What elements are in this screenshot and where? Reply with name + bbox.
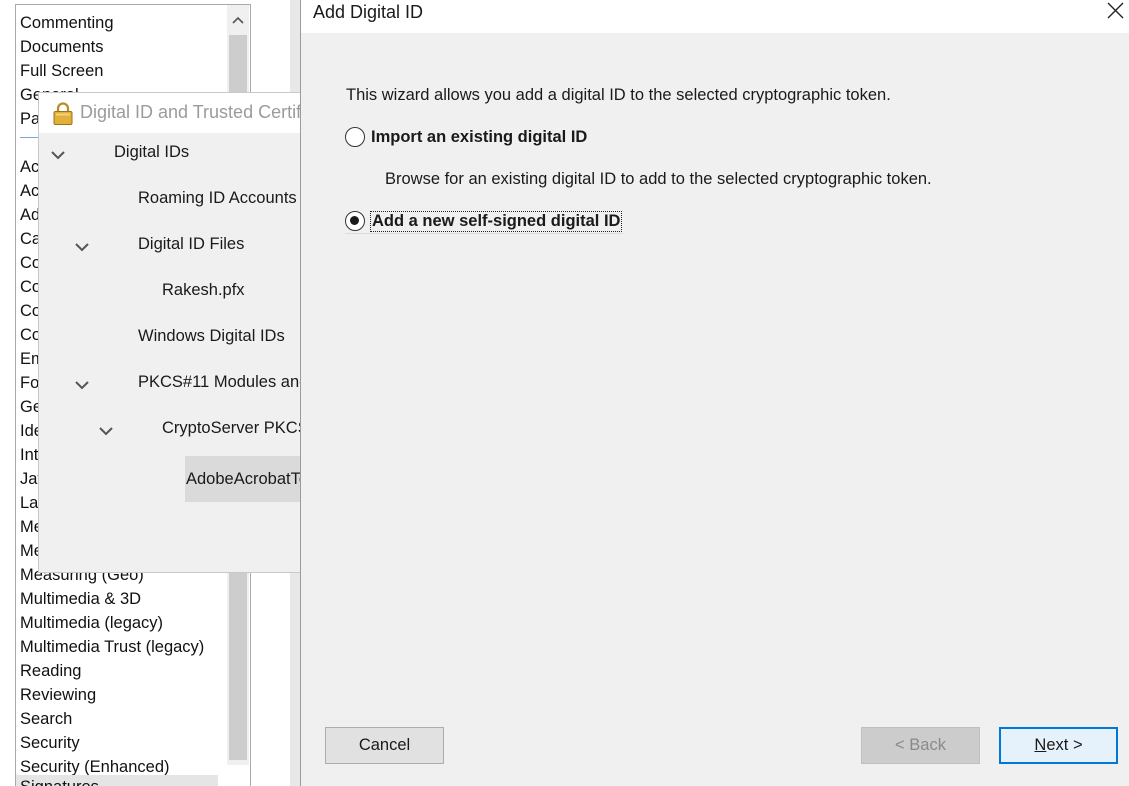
category-item[interactable]: Security <box>20 731 80 755</box>
category-item[interactable]: Commenting <box>20 11 114 35</box>
category-item[interactable]: Reading <box>20 659 81 683</box>
back-button[interactable]: < Back <box>861 727 980 764</box>
tree-item-roaming-id-accounts[interactable]: Roaming ID Accounts <box>138 186 297 210</box>
radio-label[interactable]: Import an existing digital ID <box>370 128 588 147</box>
category-item[interactable]: Search <box>20 707 72 731</box>
dialog-title: Add Digital ID <box>313 2 424 22</box>
next-button[interactable]: Next > <box>999 727 1118 764</box>
category-item[interactable]: Multimedia & 3D <box>20 587 141 611</box>
close-icon[interactable] <box>1102 0 1128 24</box>
digital-id-trusted-certificates-window: Digital ID and Trusted Certifi Digital I… <box>38 92 300 573</box>
category-item-selected[interactable]: Signatures <box>16 775 218 786</box>
radio-import-existing-id[interactable]: Import an existing digital ID <box>345 125 588 149</box>
next-button-label: ext > <box>1046 736 1083 754</box>
category-item[interactable]: Ac <box>20 179 39 203</box>
lock-icon <box>53 102 73 125</box>
tree-item-digital-id-files[interactable]: Digital ID Files <box>138 232 244 256</box>
chevron-down-icon[interactable] <box>74 241 90 253</box>
tree-item-cryptoserver-pkcs[interactable]: CryptoServer PKCS <box>162 416 300 440</box>
chevron-down-icon[interactable] <box>74 379 90 391</box>
cert-window-titlebar: Digital ID and Trusted Certifi <box>39 93 300 133</box>
scroll-up-arrow-icon[interactable] <box>227 7 249 33</box>
category-item[interactable]: Documents <box>20 35 103 59</box>
category-item[interactable]: Fo <box>20 371 39 395</box>
radio-button-checked[interactable] <box>345 211 365 231</box>
radio-label[interactable]: Add a new self-signed digital ID <box>370 210 623 232</box>
wizard-intro-text: This wizard allows you add a digital ID … <box>346 86 891 104</box>
category-item[interactable]: Full Screen <box>20 59 103 83</box>
category-item[interactable]: La <box>20 491 38 515</box>
chevron-down-icon[interactable] <box>50 149 66 161</box>
focus-hint-line <box>345 233 623 234</box>
tree-item-windows-digital-ids[interactable]: Windows Digital IDs <box>138 324 285 348</box>
add-digital-id-dialog: Add Digital ID This wizard allows you ad… <box>300 0 1129 786</box>
tree-item-pkcs11-modules[interactable]: PKCS#11 Modules and <box>138 370 300 394</box>
cancel-button[interactable]: Cancel <box>325 727 444 764</box>
tree-item-digital-ids[interactable]: Digital IDs <box>114 140 189 164</box>
next-accelerator-key: N <box>1034 736 1047 754</box>
radio-add-self-signed-id[interactable]: Add a new self-signed digital ID <box>345 209 623 233</box>
dialog-titlebar: Add Digital ID <box>301 0 1129 33</box>
category-item[interactable]: Reviewing <box>20 683 96 707</box>
radio-button[interactable] <box>345 127 365 147</box>
category-item[interactable]: Ac <box>20 155 39 179</box>
category-item[interactable]: Multimedia (legacy) <box>20 611 163 635</box>
category-item[interactable]: Int <box>20 443 38 467</box>
chevron-down-icon[interactable] <box>98 425 114 437</box>
tree-item-adobeacrobat-token[interactable]: AdobeAcrobatTo <box>185 456 300 502</box>
import-option-description: Browse for an existing digital ID to add… <box>385 170 932 188</box>
tree-item-rakesh-pfx[interactable]: Rakesh.pfx <box>162 278 245 302</box>
cert-window-title: Digital ID and Trusted Certifi <box>80 102 300 122</box>
category-item[interactable]: Multimedia Trust (legacy) <box>20 635 204 659</box>
